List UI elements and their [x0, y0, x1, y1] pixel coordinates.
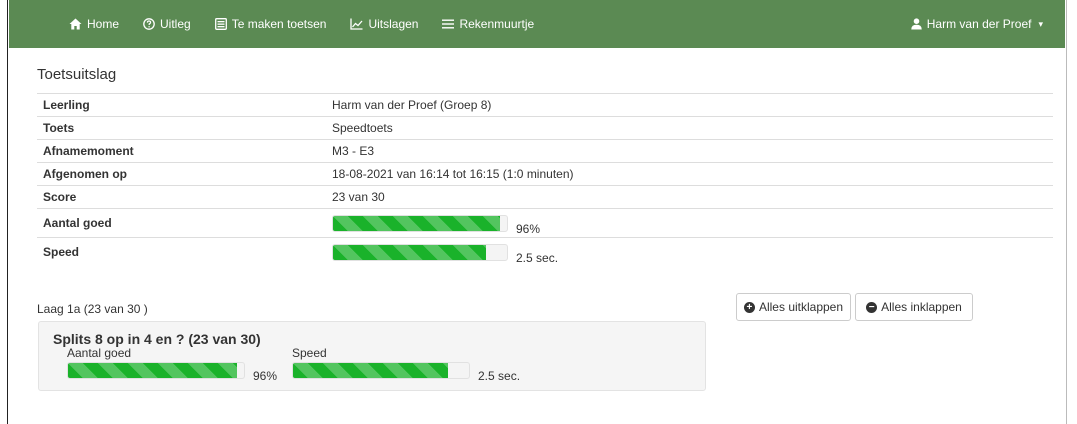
panel-title: Splits 8 op in 4 en ? (23 van 30) — [53, 331, 261, 347]
row-value: M3 - E3 — [326, 139, 1053, 163]
user-name: Harm van der Proef — [926, 17, 1032, 31]
speed-progress-bar — [332, 243, 508, 261]
metric-label: Aantal goed — [67, 346, 132, 360]
table-row: Afgenomen op 18-08-2021 van 16:14 tot 16… — [37, 162, 1053, 186]
progress-fill — [333, 244, 487, 260]
progress-fill — [333, 215, 501, 231]
row-value: Harm van der Proef (Groep 8) — [326, 93, 1053, 117]
panel-speed: Speed 2.5 sec. — [292, 346, 520, 383]
table-row: Afnamemoment M3 - E3 — [37, 139, 1053, 163]
result-table: Leerling Harm van der Proef (Groep 8) To… — [37, 93, 1053, 267]
metric-label: Speed — [292, 346, 327, 360]
page-title: Toetsuitslag — [37, 66, 117, 83]
level-label: Laag 1a (23 van 30 ) — [37, 302, 148, 316]
aantal-goed-progress-bar — [332, 214, 508, 232]
user-icon — [911, 18, 922, 30]
panel-speed-progress-bar — [292, 362, 470, 379]
top-navbar: Home Uitleg Te maken toetsen Uitslagen R… — [9, 0, 1065, 48]
panel-aantal-goed: Aantal goed 96% — [67, 346, 277, 383]
row-label: Afnamemoment — [37, 139, 326, 163]
nav-home-label: Home — [87, 17, 120, 31]
minus-circle-icon: − — [866, 301, 878, 313]
nav-te-maken-toetsen-label: Te maken toetsen — [231, 17, 327, 31]
row-label: Aantal goed — [37, 208, 326, 238]
nav-home[interactable]: Home — [9, 0, 131, 48]
nav-uitleg[interactable]: Uitleg — [131, 0, 203, 48]
window-left-border — [0, 0, 8, 424]
row-label: Afgenomen op — [37, 162, 326, 186]
table-row: Score 23 van 30 — [37, 185, 1053, 209]
window-right-border — [1066, 0, 1077, 424]
plus-circle-icon: + — [743, 301, 755, 313]
list-icon — [214, 18, 227, 30]
level-panel[interactable]: Splits 8 op in 4 en ? (23 van 30) Aantal… — [38, 321, 706, 391]
row-label: Leerling — [37, 93, 326, 117]
row-label: Speed — [37, 237, 326, 267]
table-row: Toets Speedtoets — [37, 116, 1053, 140]
expand-all-button[interactable]: + Alles uitklappen — [736, 293, 851, 321]
table-row: Leerling Harm van der Proef (Groep 8) — [37, 93, 1053, 117]
progress-fill — [68, 363, 237, 378]
collapse-all-button[interactable]: − Alles inklappen — [855, 293, 973, 321]
nav-uitslagen-label: Uitslagen — [368, 17, 419, 31]
main-content: Toetsuitslag Leerling Harm van der Proef… — [37, 66, 1053, 267]
menu-icon — [442, 19, 455, 29]
row-value: 18-08-2021 van 16:14 tot 16:15 (1:0 minu… — [326, 162, 1053, 186]
row-label: Score — [37, 185, 326, 209]
table-row: Aantal goed 96% — [37, 208, 1053, 238]
nav-te-maken-toetsen[interactable]: Te maken toetsen — [203, 0, 339, 48]
user-menu[interactable]: Harm van der Proef ▾ — [899, 0, 1065, 48]
row-value: Speedtoets — [326, 116, 1053, 140]
collapse-all-label: Alles inklappen — [881, 300, 962, 314]
question-icon — [143, 18, 155, 30]
expand-all-label: Alles uitklappen — [758, 300, 844, 314]
row-value: 2.5 sec. — [326, 237, 1053, 267]
row-label: Toets — [37, 116, 326, 140]
table-row: Speed 2.5 sec. — [37, 237, 1053, 267]
aantal-goed-value: 96% — [516, 221, 541, 236]
panel-aantal-goed-progress-bar — [67, 362, 245, 379]
progress-fill — [293, 363, 448, 378]
speed-value: 2.5 sec. — [516, 250, 559, 265]
panel-speed-value: 2.5 sec. — [478, 369, 521, 383]
home-icon — [69, 18, 82, 30]
nav-rekenmuurtje[interactable]: Rekenmuurtje — [430, 0, 546, 48]
caret-down-icon: ▾ — [1038, 18, 1043, 29]
row-value: 96% — [326, 208, 1053, 238]
panel-aantal-goed-value: 96% — [253, 369, 278, 383]
nav-uitleg-label: Uitleg — [160, 17, 191, 31]
nav-rekenmuurtje-label: Rekenmuurtje — [459, 17, 535, 31]
nav-uitslagen[interactable]: Uitslagen — [338, 0, 430, 48]
chart-icon — [350, 18, 363, 30]
row-value: 23 van 30 — [326, 185, 1053, 209]
